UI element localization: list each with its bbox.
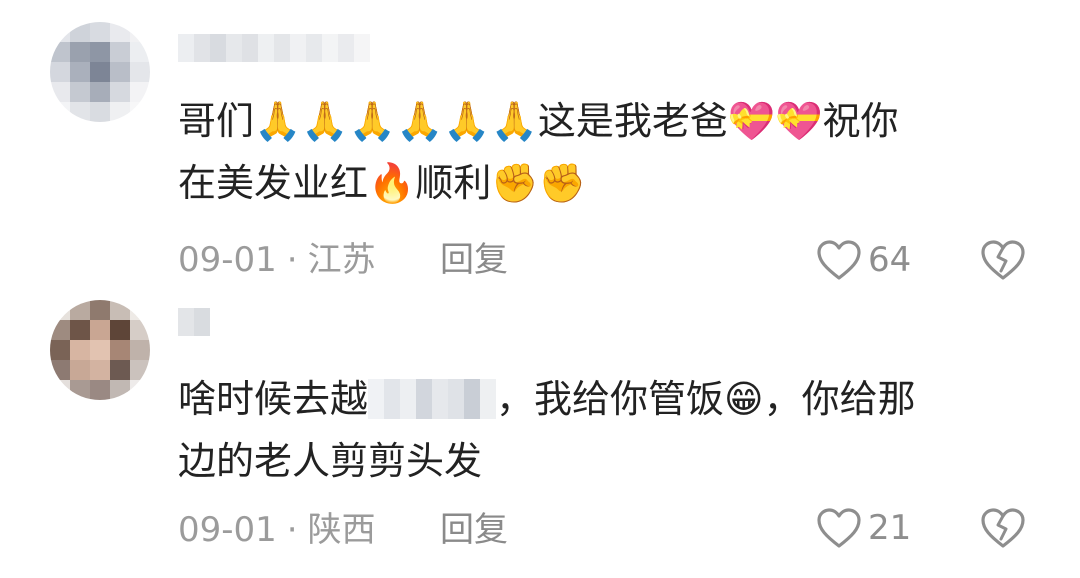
comment-item: 啥时候去越 ，我给你管饭😁，你给那 边的老人剪剪头发 09-01 · 陕西 回复 21 bbox=[0, 0, 1080, 550]
comment-location: 陕西 bbox=[307, 510, 376, 550]
heart-outline-icon bbox=[817, 508, 861, 548]
meta-separator: · bbox=[286, 510, 298, 550]
reply-button[interactable]: 回复 bbox=[440, 508, 508, 552]
like-count: 21 bbox=[868, 508, 912, 548]
comment-text-segment: 啥时候去越 bbox=[178, 377, 369, 421]
comment-text: 啥时候去越 ，我给你管饭😁，你给那 边的老人剪剪头发 bbox=[178, 368, 1038, 492]
like-button[interactable]: 21 bbox=[816, 506, 911, 550]
username-redacted[interactable] bbox=[178, 308, 210, 336]
comment-date: 09-01 bbox=[178, 510, 277, 550]
avatar[interactable] bbox=[50, 300, 150, 400]
comment-line: 边的老人剪剪头发 bbox=[178, 439, 483, 483]
redacted-text bbox=[368, 378, 497, 419]
comment-meta: 09-01 · 陕西 回复 bbox=[178, 508, 508, 552]
comment-line: 啥时候去越 ，我给你管饭😁，你给那 bbox=[178, 368, 1038, 430]
comment-text-segment: ，我给你管饭😁，你给那 bbox=[496, 377, 916, 421]
broken-heart-icon[interactable] bbox=[980, 506, 1026, 550]
